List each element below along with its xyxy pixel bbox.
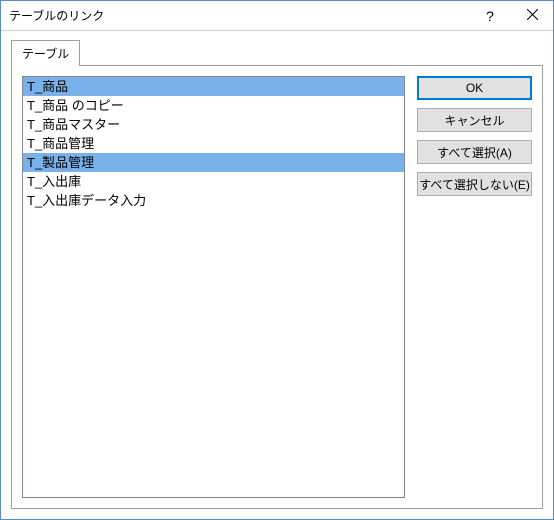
button-column: OK キャンセル すべて選択(A) すべて選択しない(E) — [417, 76, 532, 498]
help-button[interactable]: ? — [469, 2, 511, 30]
list-item[interactable]: T_商品 — [23, 77, 404, 96]
list-item[interactable]: T_製品管理 — [23, 153, 404, 172]
select-all-button[interactable]: すべて選択(A) — [417, 140, 532, 164]
ok-button[interactable]: OK — [417, 76, 532, 100]
select-all-label: すべて選択(A) — [437, 144, 512, 161]
tabstrip: テーブル — [11, 39, 543, 65]
dialog-title: テーブルのリンク — [9, 7, 469, 24]
tables-listbox[interactable]: T_商品T_商品 のコピーT_商品マスターT_商品管理T_製品管理T_入出庫T_… — [22, 76, 405, 498]
ok-label: OK — [466, 81, 483, 95]
list-item[interactable]: T_商品 のコピー — [23, 96, 404, 115]
tab-label: テーブル — [22, 47, 69, 61]
cancel-label: キャンセル — [444, 112, 504, 129]
list-item[interactable]: T_商品マスター — [23, 115, 404, 134]
tab-tables[interactable]: テーブル — [11, 40, 80, 66]
close-icon — [527, 9, 538, 23]
titlebar: テーブルのリンク ? — [1, 1, 553, 31]
list-item[interactable]: T_入出庫 — [23, 172, 404, 191]
deselect-all-label: すべて選択しない(E) — [419, 176, 530, 193]
tabpanel: T_商品T_商品 のコピーT_商品マスターT_商品管理T_製品管理T_入出庫T_… — [11, 65, 543, 509]
help-icon: ? — [486, 8, 494, 24]
deselect-all-button[interactable]: すべて選択しない(E) — [417, 172, 532, 196]
list-item[interactable]: T_商品管理 — [23, 134, 404, 153]
dialog-window: テーブルのリンク ? テーブル T_商品T_商品 のコピーT_商品マスターT_商… — [0, 0, 554, 520]
cancel-button[interactable]: キャンセル — [417, 108, 532, 132]
list-item[interactable]: T_入出庫データ入力 — [23, 191, 404, 210]
dialog-content: テーブル T_商品T_商品 のコピーT_商品マスターT_商品管理T_製品管理T_… — [1, 31, 553, 519]
close-button[interactable] — [511, 2, 553, 30]
